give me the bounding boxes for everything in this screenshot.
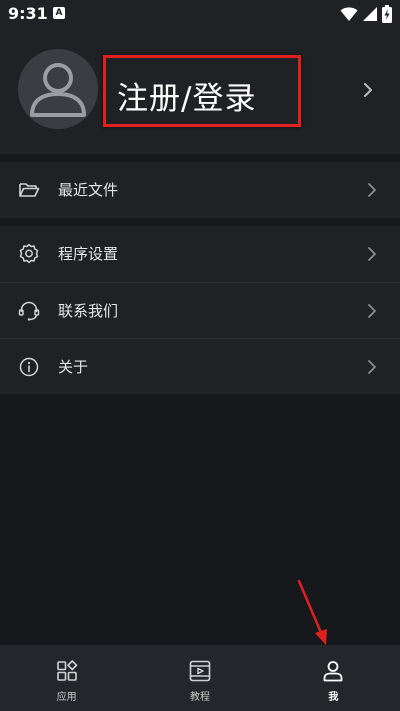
tab-label-apps: 应用 bbox=[56, 692, 77, 703]
chevron-right-icon bbox=[368, 183, 376, 197]
tab-label-tutorials: 教程 bbox=[189, 692, 210, 703]
person-icon bbox=[323, 661, 343, 682]
status-icons bbox=[340, 5, 392, 23]
headset-icon bbox=[18, 301, 40, 321]
chevron-right-icon bbox=[368, 360, 376, 374]
menu-label-program-settings: 程序设置 bbox=[58, 245, 119, 263]
status-time: 9:31 bbox=[8, 4, 48, 23]
profile-header[interactable]: 注册/登录 bbox=[0, 28, 400, 154]
video-tutorial-icon bbox=[189, 660, 211, 682]
notification-app-icon: A bbox=[53, 7, 65, 19]
default-avatar-icon bbox=[30, 63, 86, 117]
chevron-right-icon bbox=[368, 247, 376, 261]
avatar[interactable] bbox=[18, 49, 98, 129]
menu-label-recent-files: 最近文件 bbox=[58, 181, 119, 199]
menu-group-files: 最近文件 bbox=[0, 162, 400, 218]
menu-label-contact-us: 联系我们 bbox=[58, 302, 119, 320]
chevron-right-icon[interactable] bbox=[360, 80, 376, 100]
wifi-icon bbox=[340, 7, 358, 21]
menu-item-contact-us[interactable]: 联系我们 bbox=[0, 282, 400, 338]
info-icon bbox=[19, 357, 39, 377]
bottom-navigation: 应用 教程 我 bbox=[0, 645, 400, 711]
gear-icon bbox=[19, 243, 39, 264]
annotation-arrow-icon bbox=[297, 579, 327, 645]
menu-item-recent-files[interactable]: 最近文件 bbox=[0, 162, 400, 218]
apps-grid-icon bbox=[56, 660, 77, 681]
battery-charging-icon bbox=[382, 5, 392, 23]
chevron-right-icon bbox=[368, 304, 376, 318]
menu-group-settings: 程序设置 联系我们 关于 bbox=[0, 226, 400, 394]
menu-item-about[interactable]: 关于 bbox=[0, 338, 400, 394]
status-bar: 9:31 A bbox=[0, 0, 400, 28]
tab-tutorials[interactable]: 教程 bbox=[133, 645, 266, 711]
tab-label-me: 我 bbox=[328, 692, 339, 703]
folder-open-icon bbox=[19, 183, 40, 197]
signal-icon bbox=[363, 7, 377, 21]
register-login-link[interactable]: 注册/登录 bbox=[117, 73, 256, 118]
tab-apps[interactable]: 应用 bbox=[0, 645, 133, 711]
menu-item-program-settings[interactable]: 程序设置 bbox=[0, 226, 400, 282]
menu-label-about: 关于 bbox=[58, 358, 89, 376]
app-screen: 9:31 A 注册/登录 最近文件 程序设置 联系我们 关于 应用 教程 我 bbox=[0, 0, 400, 711]
